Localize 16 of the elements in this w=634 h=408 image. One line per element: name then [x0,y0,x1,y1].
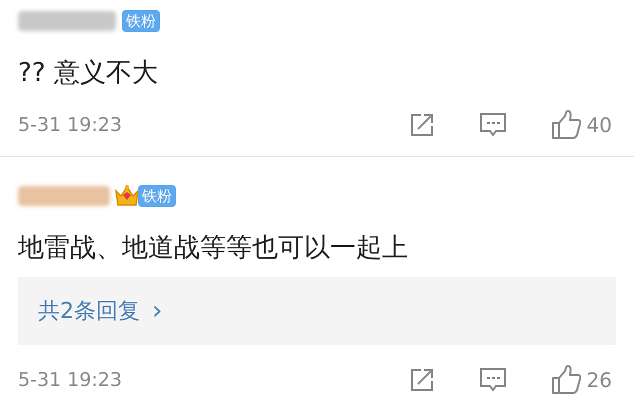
comment-text: 地雷战、地道战等等也可以一起上 [18,232,409,265]
crown-icon [114,183,140,209]
comment-time: 5-31 19:23 [18,112,122,138]
comment-time: 5-31 19:23 [18,368,122,393]
thumbs-up-icon[interactable] [550,110,581,140]
comment-text: ?? 意义不大 [18,57,159,90]
comment-icon[interactable] [478,366,507,394]
replies-link[interactable]: 共2条回复 › [18,277,616,345]
fan-badge: 铁粉 [122,10,160,32]
share-icon[interactable] [408,367,435,393]
like-count: 40 [586,112,612,139]
share-icon[interactable] [408,112,435,138]
thumbs-up-icon[interactable] [550,365,581,395]
like-count: 26 [586,367,612,394]
comment-icon[interactable] [478,111,507,139]
fan-badge: 铁粉 [138,185,176,207]
